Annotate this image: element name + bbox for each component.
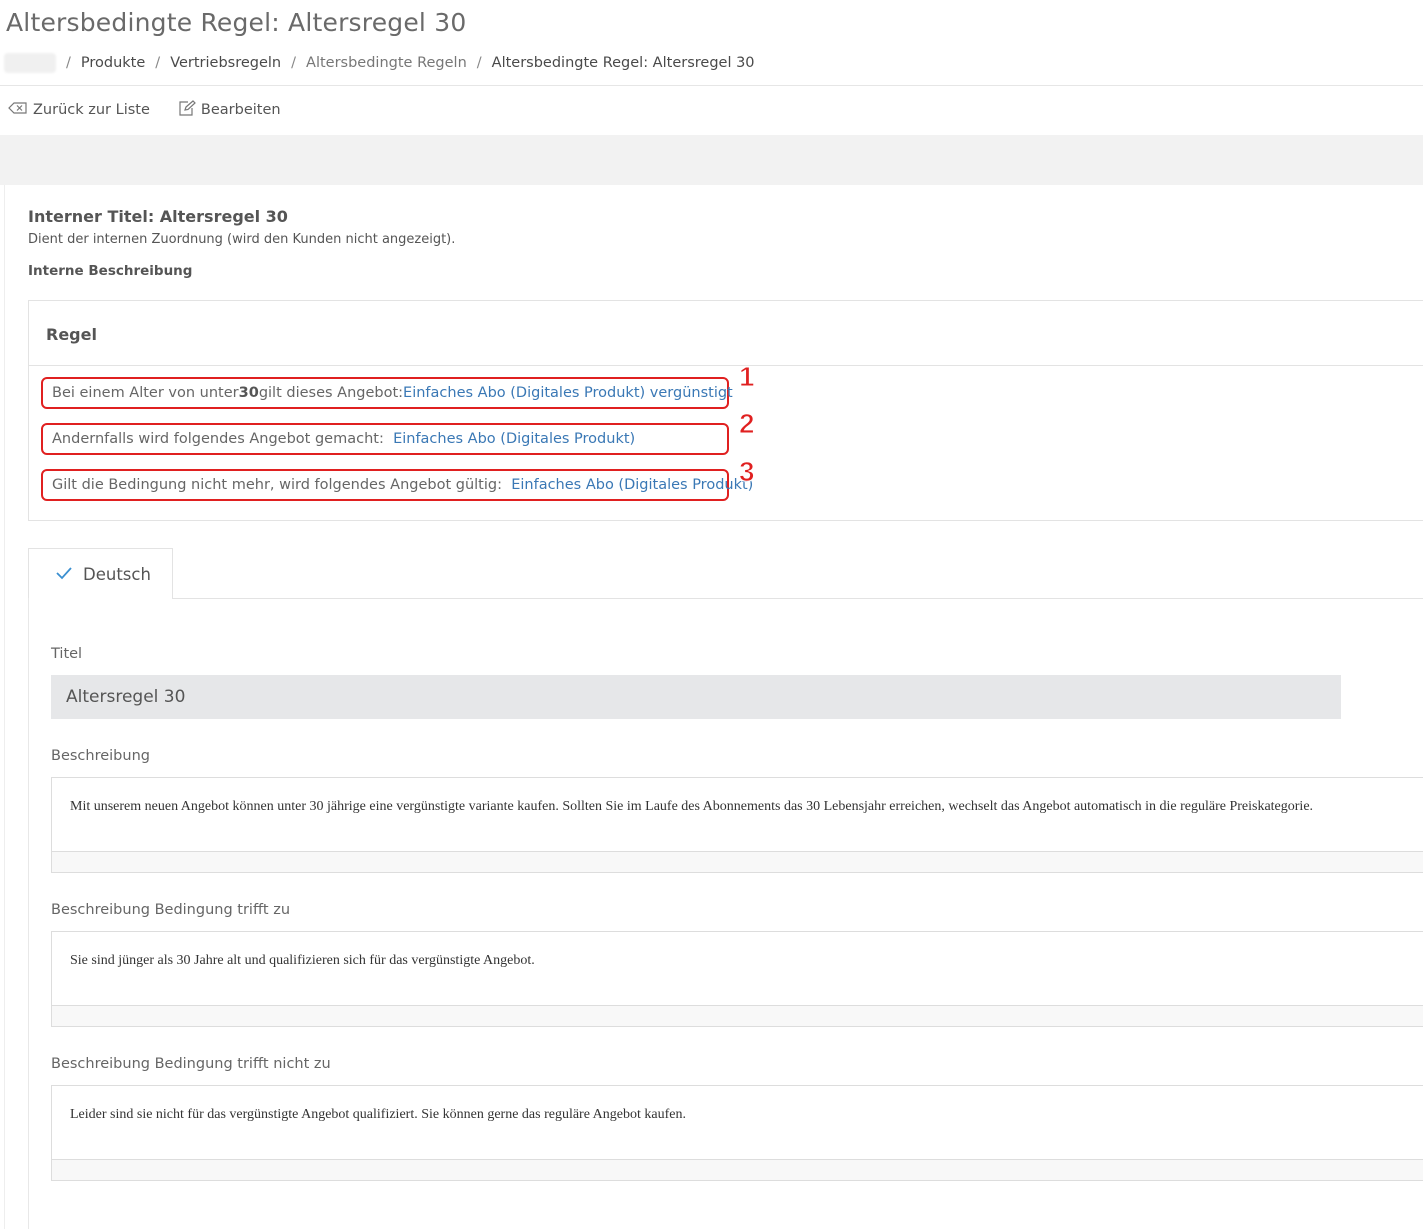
tab-deutsch[interactable]: Deutsch	[28, 548, 173, 599]
page-title: Altersbedingte Regel: Altersregel 30	[6, 8, 467, 37]
rule-offer-link-after[interactable]: Einfaches Abo (Digitales Produkt)	[511, 477, 753, 493]
tab-deutsch-label: Deutsch	[83, 564, 151, 584]
marker-1: 1	[739, 361, 756, 393]
breadcrumb-item-vertriebsregeln[interactable]: Vertriebsregeln	[170, 55, 281, 71]
rule-line1-suffix: gilt dieses Angebot:	[258, 385, 404, 401]
cond-true-editor[interactable]: Sie sind jünger als 30 Jahre alt und qua…	[51, 931, 1423, 1027]
editor-statusbar	[52, 851, 1423, 872]
rule-heading: Regel	[29, 301, 1423, 366]
rule-line-no-longer-valid: Gilt die Bedingung nicht mehr, wird folg…	[41, 469, 753, 501]
edit-icon	[178, 100, 201, 120]
cond-false-field-label: Beschreibung Bedingung trifft nicht zu	[51, 1056, 331, 1072]
rule-line-otherwise: Andernfalls wird folgendes Angebot gemac…	[41, 423, 729, 455]
edit-button[interactable]: Bearbeiten	[178, 100, 281, 120]
rule-line2-prefix: Andernfalls wird folgendes Angebot gemac…	[52, 431, 394, 447]
breadcrumb-separator: /	[476, 55, 482, 71]
breadcrumb-separator: /	[155, 55, 161, 71]
description-field-label: Beschreibung	[51, 748, 150, 764]
rule-line1-prefix: Bei einem Alter von unter	[52, 385, 239, 401]
description-text: Mit unserem neuen Angebot können unter 3…	[70, 799, 1314, 814]
back-to-list-label: Zurück zur Liste	[33, 102, 150, 118]
breadcrumb-separator: /	[66, 55, 71, 71]
internal-title: Interner Titel: Altersregel 30	[28, 207, 288, 226]
cond-true-field-label: Beschreibung Bedingung trifft zu	[51, 902, 291, 918]
toolbar: Zurück zur Liste Bearbeiten	[8, 100, 309, 120]
header-divider	[0, 85, 1423, 86]
rule-line3-prefix: Gilt die Bedingung nicht mehr, wird folg…	[52, 477, 512, 493]
breadcrumb-item-produkte[interactable]: Produkte	[81, 55, 145, 71]
back-to-list-button[interactable]: Zurück zur Liste	[8, 102, 150, 118]
breadcrumb-item-current: Altersbedingte Regel: Altersregel 30	[491, 55, 755, 71]
tab-divider	[172, 598, 1423, 599]
rule-line-age-condition: Bei einem Alter von unter 30 gilt dieses…	[41, 377, 733, 409]
check-icon	[55, 565, 83, 584]
cond-false-text: Leider sind sie nicht für das vergünstig…	[70, 1107, 686, 1122]
marker-2: 2	[739, 408, 756, 440]
breadcrumb-item-altersbedingte-regeln[interactable]: Altersbedingte Regeln	[306, 55, 467, 71]
breadcrumb-home-blurred[interactable]	[4, 53, 56, 73]
internal-title-hint: Dient der internen Zuordnung (wird den K…	[28, 232, 456, 247]
breadcrumb: / Produkte / Vertriebsregeln / Altersbed…	[4, 52, 755, 74]
editor-statusbar	[52, 1159, 1423, 1180]
rule-offer-link-discounted[interactable]: Einfaches Abo (Digitales Produkt) vergün…	[403, 385, 733, 401]
grey-band	[0, 135, 1423, 185]
title-field-label: Titel	[51, 646, 83, 662]
tab-panel-border	[28, 598, 29, 1229]
cond-true-text: Sie sind jünger als 30 Jahre alt und qua…	[70, 953, 535, 968]
cond-false-editor[interactable]: Leider sind sie nicht für das vergünstig…	[51, 1085, 1423, 1181]
edit-label: Bearbeiten	[200, 102, 281, 118]
backspace-icon	[8, 102, 33, 118]
marker-3: 3	[739, 456, 756, 488]
rule-panel: Regel Bei einem Alter von unter 30 gilt …	[28, 300, 1423, 521]
internal-description-label: Interne Beschreibung	[28, 263, 193, 279]
rule-offer-link-otherwise[interactable]: Einfaches Abo (Digitales Produkt)	[393, 431, 635, 447]
rule-age-value: 30	[238, 385, 259, 401]
title-field[interactable]: Altersregel 30	[51, 675, 1341, 719]
editor-statusbar	[52, 1005, 1423, 1026]
main-content: Interner Titel: Altersregel 30 Dient der…	[4, 185, 1423, 1229]
breadcrumb-separator: /	[291, 55, 297, 71]
description-editor[interactable]: Mit unserem neuen Angebot können unter 3…	[51, 777, 1423, 873]
